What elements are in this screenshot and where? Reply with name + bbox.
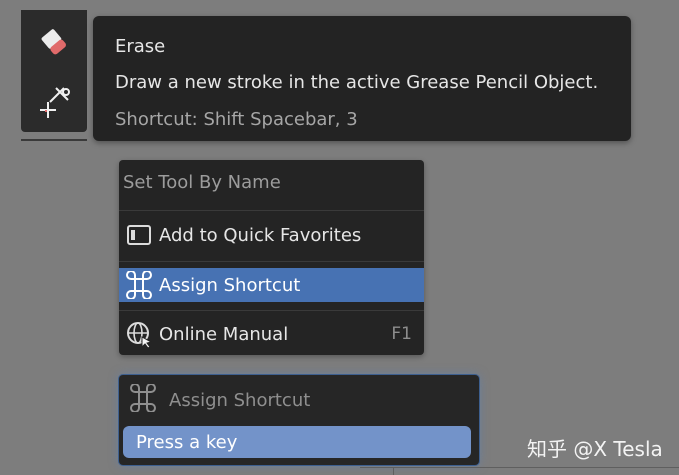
menu-item-shortcut: F1 [391, 324, 412, 344]
context-menu-header: Set Tool By Name [123, 172, 281, 193]
globe-icon [119, 320, 159, 348]
toolbar [21, 10, 87, 132]
quick-favorites-icon [119, 224, 159, 246]
menu-item-label: Add to Quick Favorites [159, 224, 362, 246]
eraser-icon [41, 29, 66, 55]
eraser-tool-button[interactable] [21, 14, 87, 70]
key-capture-field[interactable]: Press a key [123, 426, 471, 458]
menu-item-assign-shortcut[interactable]: Assign Shortcut [119, 268, 424, 302]
popup-title: Assign Shortcut [169, 389, 311, 411]
cutter-tool-button[interactable] [21, 74, 87, 130]
menu-item-label: Assign Shortcut [159, 274, 301, 296]
assign-shortcut-popup: Assign Shortcut Press a key [119, 375, 479, 465]
command-key-icon [119, 271, 159, 299]
popup-header: Assign Shortcut [129, 383, 311, 416]
watermark: 知乎 @X Tesla [527, 437, 663, 461]
menu-divider [119, 310, 424, 311]
scissors-cursor-icon [40, 87, 70, 118]
context-menu: Set Tool By Name Add to Quick Favorites … [119, 160, 424, 355]
tooltip-description: Draw a new stroke in the active Grease P… [115, 72, 599, 93]
tool-tooltip: Erase Draw a new stroke in the active Gr… [93, 16, 631, 141]
toolbar-divider [21, 139, 87, 141]
tooltip-title: Erase [115, 36, 166, 57]
editor-border [360, 467, 679, 468]
key-capture-prompt: Press a key [136, 431, 238, 453]
menu-item-add-to-quick-favorites[interactable]: Add to Quick Favorites [119, 218, 424, 252]
tooltip-shortcut: Shortcut: Shift Spacebar, 3 [115, 109, 358, 130]
menu-divider [119, 261, 424, 262]
editor-border-tick [393, 467, 394, 475]
menu-item-online-manual[interactable]: Online Manual F1 [119, 317, 424, 351]
menu-divider [119, 210, 424, 211]
menu-item-label: Online Manual [159, 323, 289, 345]
command-key-icon [129, 383, 157, 416]
